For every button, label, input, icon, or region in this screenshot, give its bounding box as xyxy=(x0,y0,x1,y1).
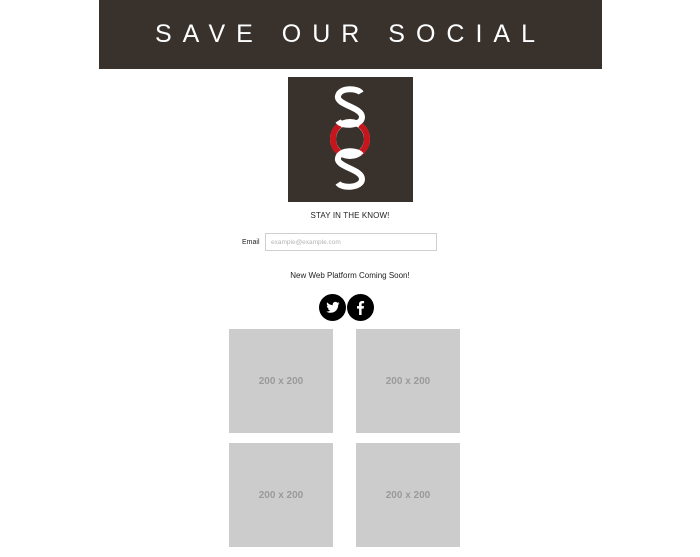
site-banner: SAVE OUR SOCIAL xyxy=(99,0,602,69)
gallery-image-3: 200 x 200 xyxy=(229,443,333,547)
banner-title: SAVE OUR SOCIAL xyxy=(155,20,546,48)
logo-caption: SAVE OUR SOCIAL xyxy=(305,263,396,269)
sos-logo: SAVE OUR SOCIAL xyxy=(288,77,413,269)
email-label: Email xyxy=(242,239,260,246)
lifebuoy-sos-icon xyxy=(330,86,370,190)
email-field[interactable] xyxy=(265,233,437,251)
announcement-text: New Web Platform Coming Soon! xyxy=(290,271,410,280)
gallery-image-2: 200 x 200 xyxy=(356,329,460,433)
facebook-link[interactable] xyxy=(347,294,374,321)
twitter-icon xyxy=(326,301,340,313)
gallery-image-4: 200 x 200 xyxy=(356,443,460,547)
gallery-image-label: 200 x 200 xyxy=(258,375,304,387)
gallery-image-label: 200 x 200 xyxy=(385,489,431,501)
gallery-image-1: 200 x 200 xyxy=(229,329,333,433)
twitter-link[interactable] xyxy=(319,294,346,321)
facebook-icon xyxy=(357,301,365,315)
signup-heading: STAY IN THE KNOW! xyxy=(310,211,390,220)
gallery-image-label: 200 x 200 xyxy=(385,375,431,387)
gallery-image-label: 200 x 200 xyxy=(258,489,304,501)
